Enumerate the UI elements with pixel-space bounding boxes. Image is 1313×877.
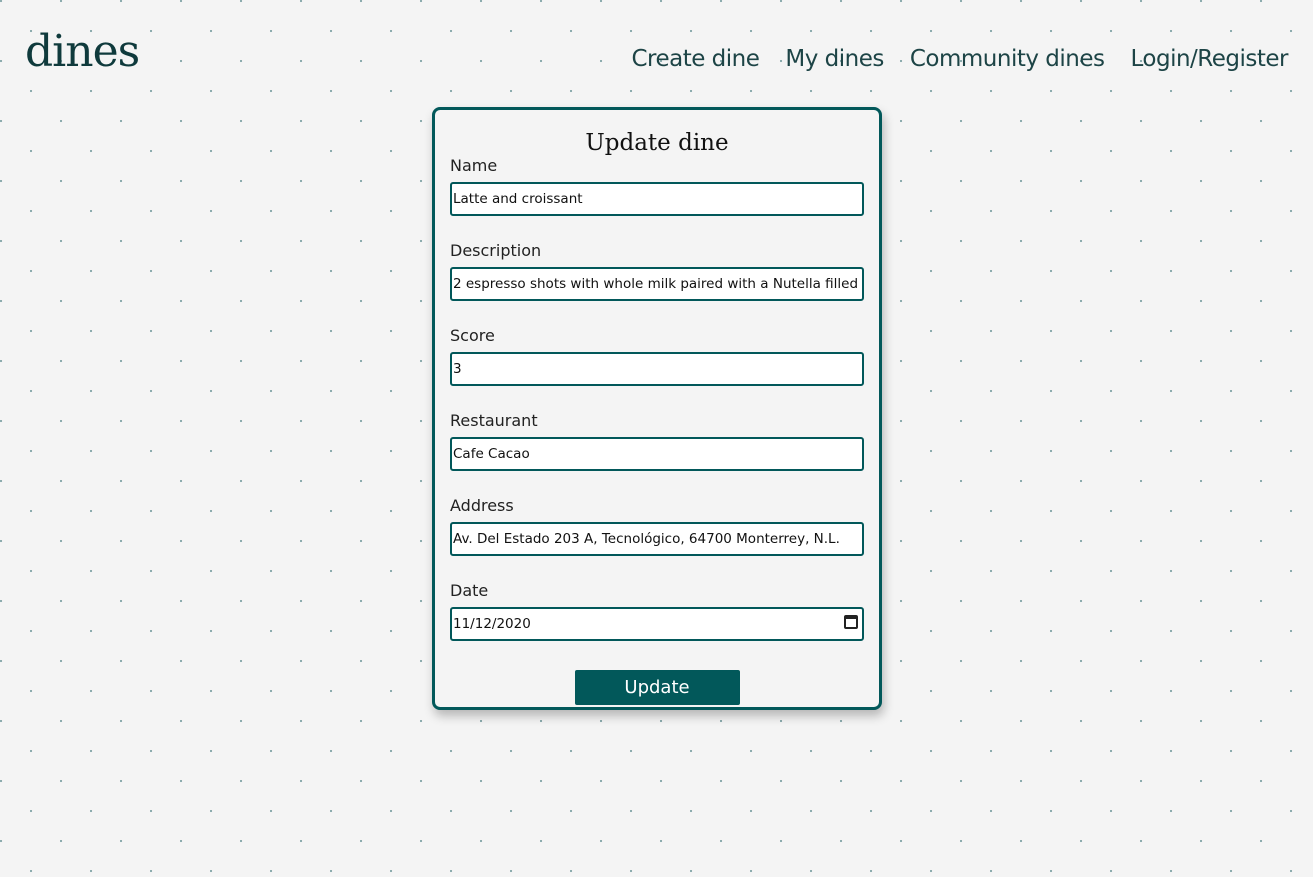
score-label: Score — [450, 326, 495, 345]
update-button[interactable]: Update — [574, 670, 740, 705]
nav-login-register[interactable]: Login/Register — [1131, 46, 1289, 72]
description-label: Description — [450, 241, 542, 260]
top-nav: Create dine My dines Community dines Log… — [631, 46, 1288, 72]
description-input[interactable] — [450, 267, 864, 301]
restaurant-input[interactable] — [450, 437, 864, 471]
name-label: Name — [450, 156, 498, 175]
calendar-icon[interactable] — [844, 615, 858, 629]
date-input[interactable] — [450, 607, 864, 641]
nav-community-dines[interactable]: Community dines — [910, 46, 1105, 72]
date-field-group: Date — [450, 581, 864, 666]
restaurant-label: Restaurant — [450, 411, 538, 430]
form-title: Update dine — [585, 130, 729, 156]
name-field-group: Name — [450, 156, 864, 241]
update-dine-form: Update dine Name Description Score Resta… — [432, 107, 882, 710]
logo[interactable]: dines — [25, 26, 140, 77]
nav-my-dines[interactable]: My dines — [785, 46, 884, 72]
address-field-group: Address — [450, 496, 864, 581]
address-label: Address — [450, 496, 514, 515]
restaurant-field-group: Restaurant — [450, 411, 864, 496]
date-label: Date — [450, 581, 489, 600]
description-field-group: Description — [450, 241, 864, 326]
score-field-group: Score — [450, 326, 864, 411]
address-input[interactable] — [450, 522, 864, 556]
nav-create-dine[interactable]: Create dine — [631, 46, 759, 72]
name-input[interactable] — [450, 182, 864, 216]
score-input[interactable] — [450, 352, 864, 386]
